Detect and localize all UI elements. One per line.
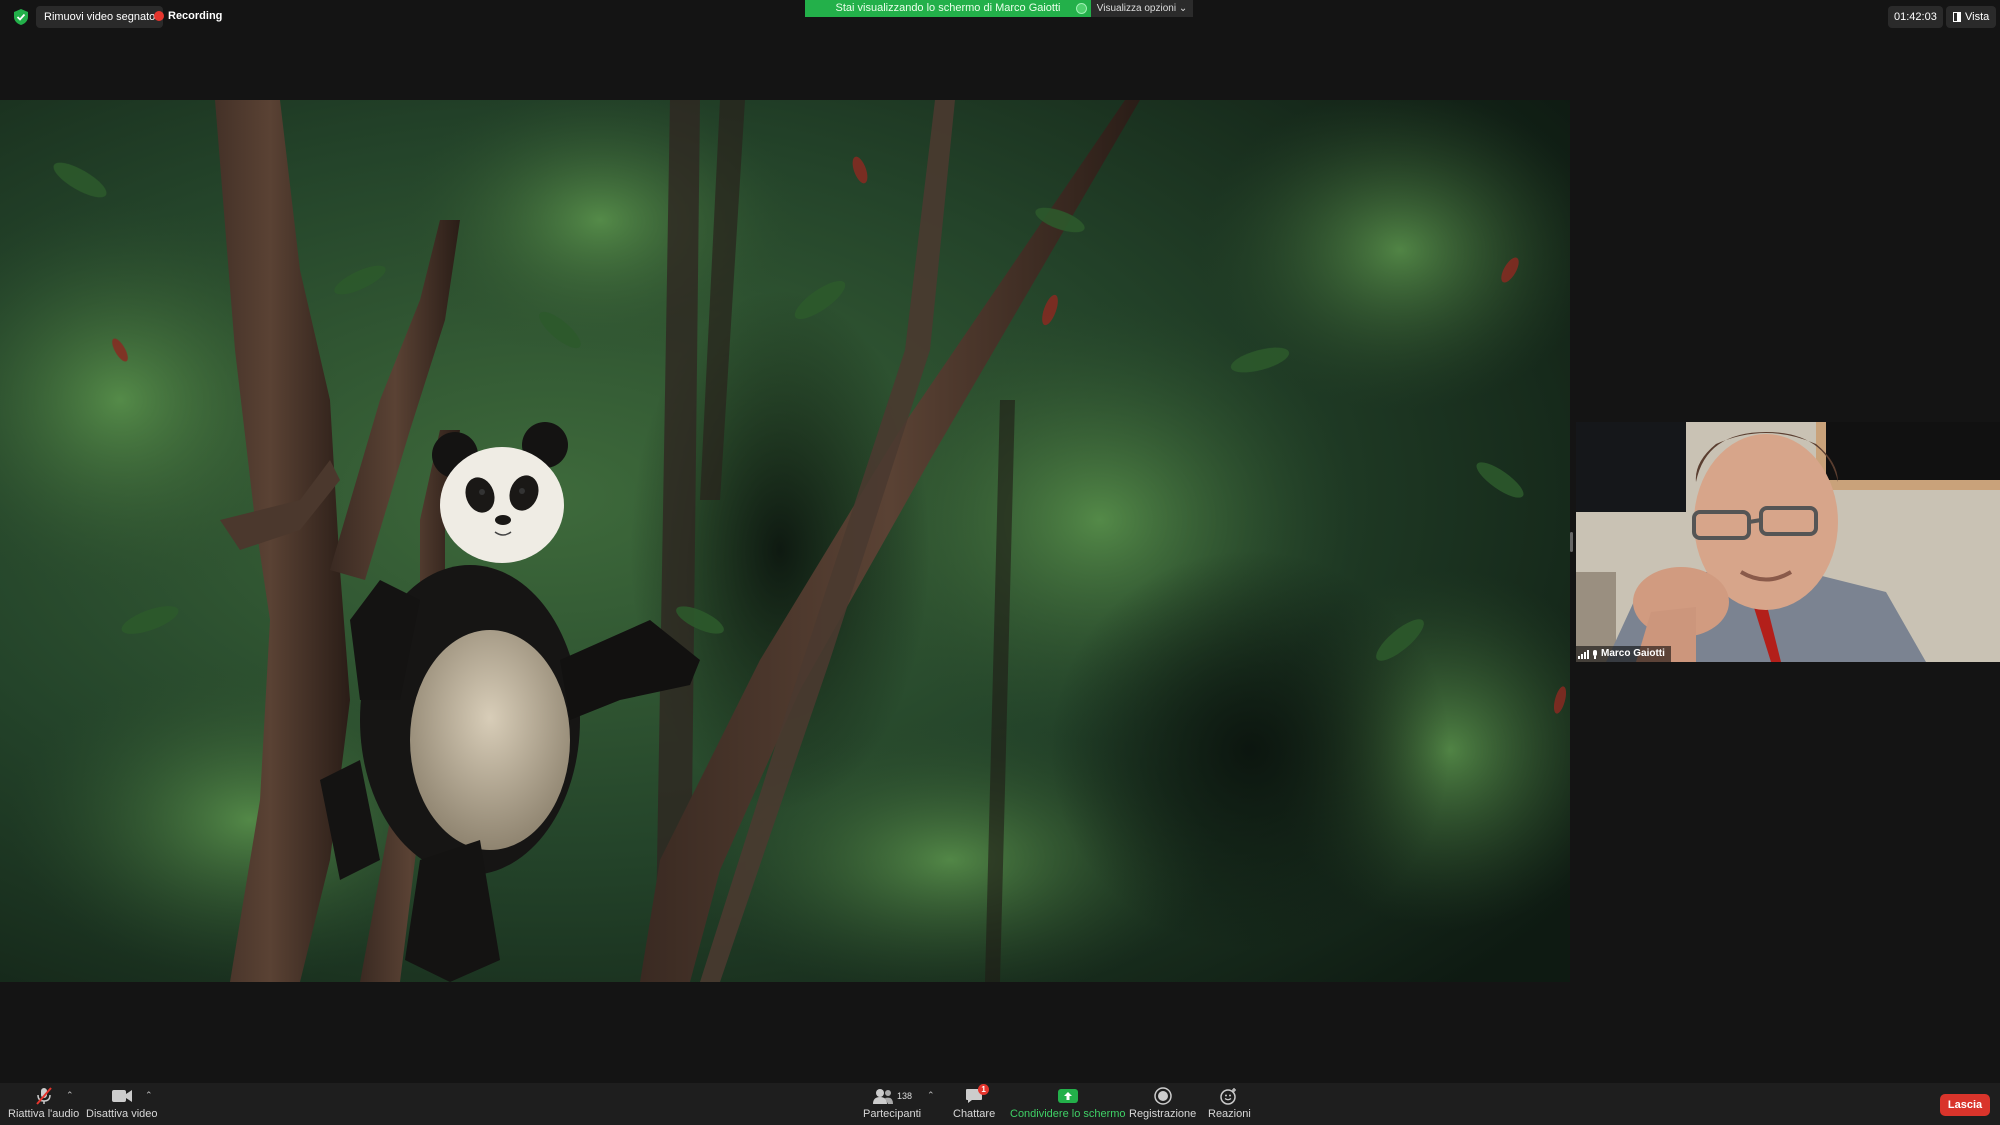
view-label: Vista — [1965, 11, 1990, 23]
participant-video-image — [1576, 422, 2000, 662]
chat-label: Chattare — [953, 1108, 996, 1120]
recording-indicator[interactable]: Recording — [154, 10, 222, 22]
participant-name: Marco Gaiotti — [1601, 648, 1665, 659]
stop-share-dot-icon[interactable] — [1076, 3, 1087, 14]
hide-video-button[interactable]: Rimuovi video segnato — [36, 6, 164, 28]
participants-options-chevron-icon[interactable]: ⌃ — [927, 1090, 935, 1101]
video-camera-icon — [111, 1090, 132, 1102]
meeting-timer: 01:42:03 — [1888, 6, 1943, 28]
view-button[interactable]: Vista — [1946, 6, 1997, 28]
reactions-button[interactable]: Reazioni — [1208, 1087, 1251, 1120]
participant-video-tile[interactable]: Marco Gaiotti — [1576, 422, 2000, 662]
view-options-button[interactable]: Visualizza opzioni ⌄ — [1091, 0, 1193, 17]
share-screen-button[interactable]: Condividere lo schermo — [1010, 1087, 1126, 1120]
unmute-audio-label: Riattiva l'audio — [8, 1108, 80, 1120]
record-label: Registrazione — [1129, 1108, 1197, 1120]
video-options-chevron-icon[interactable]: ⌃ — [145, 1090, 153, 1101]
meeting-toolbar: Riattiva l'audio ⌃ Disattiva video ⌃ 138… — [0, 1083, 2000, 1125]
microphone-icon — [1592, 649, 1598, 659]
chat-unread-badge: 1 — [978, 1084, 990, 1095]
share-screen-icon — [1057, 1089, 1078, 1103]
chevron-down-icon: ⌄ — [1178, 3, 1188, 14]
share-screen-label: Condividere lo schermo — [1010, 1108, 1126, 1120]
chat-button[interactable]: 1 Chattare — [953, 1084, 996, 1120]
stop-video-label: Disattiva video — [86, 1108, 158, 1120]
audio-options-chevron-icon[interactable]: ⌃ — [66, 1090, 74, 1101]
participants-label: Partecipanti — [863, 1108, 922, 1120]
top-bar: Rimuovi video segnato Recording Stai vis… — [0, 0, 2000, 34]
participants-button[interactable]: 138 Partecipanti — [863, 1087, 921, 1120]
shared-screen-image — [0, 100, 1570, 982]
screen-share-banner: Stai visualizzando lo schermo di Marco G… — [805, 0, 1091, 17]
participant-name-tag: Marco Gaiotti — [1576, 646, 1671, 662]
view-options-label: Visualizza opzioni — [1096, 3, 1177, 14]
record-icon — [1153, 1087, 1172, 1105]
recording-dot-icon — [154, 11, 164, 21]
security-shield-icon[interactable] — [12, 8, 30, 26]
reactions-label: Reazioni — [1208, 1108, 1251, 1120]
screen-share-banner-text: Stai visualizzando lo schermo di Marco G… — [835, 2, 1061, 14]
leave-meeting-button[interactable]: Lascia — [1940, 1094, 1990, 1116]
reactions-smiley-icon — [1220, 1088, 1237, 1105]
microphone-muted-icon — [35, 1087, 52, 1105]
shared-screen — [0, 100, 1570, 982]
signal-strength-icon — [1578, 649, 1589, 659]
panel-resize-handle[interactable] — [1570, 532, 1573, 552]
participants-icon — [873, 1089, 894, 1104]
recording-label: Recording — [168, 10, 223, 22]
layout-icon — [1953, 12, 1961, 22]
participants-count: 138 — [897, 1091, 913, 1101]
record-button[interactable]: Registrazione — [1129, 1087, 1196, 1120]
